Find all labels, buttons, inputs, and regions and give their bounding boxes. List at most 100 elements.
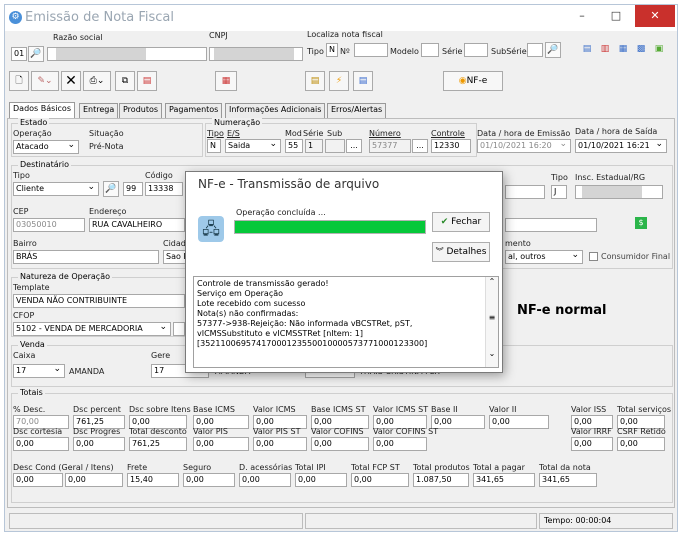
operacao-select[interactable]: Atacado xyxy=(13,140,79,154)
fechar-button[interactable]: ✔ Fechar xyxy=(432,212,490,232)
notes-icon[interactable]: ▤ xyxy=(579,42,595,58)
cep-field[interactable]: 03050010 xyxy=(13,218,85,232)
localiza-numero-field[interactable] xyxy=(354,43,388,57)
caixa-select[interactable]: 17 xyxy=(13,364,65,378)
totais-field[interactable]: 1.087,50 xyxy=(413,473,469,487)
totais-field[interactable]: 0,00 xyxy=(617,437,665,451)
numero-ellipsis-button[interactable]: ... xyxy=(412,139,428,153)
money-icon[interactable]: $ xyxy=(635,217,647,229)
controle-field[interactable]: 12330 xyxy=(431,139,471,153)
endereco-field[interactable]: RUA CAVALHEIRO xyxy=(89,218,185,232)
detalhes-button[interactable]: ︾ Detalhes xyxy=(432,242,490,262)
totais-field[interactable]: 0,00 xyxy=(13,473,63,487)
atendimento-select[interactable]: al, outros xyxy=(505,250,583,264)
dest-cod-num-field[interactable]: 99 xyxy=(123,182,143,196)
totais-field[interactable]: 0,00 xyxy=(73,437,125,451)
totais-field[interactable]: 0,00 xyxy=(311,437,369,451)
num-sub-field[interactable] xyxy=(325,139,345,153)
books-icon[interactable]: ▥ xyxy=(597,42,613,58)
notepad-icon[interactable]: ▤ xyxy=(353,71,373,91)
sub-ellipsis-button[interactable]: ... xyxy=(346,139,362,153)
dest-search-icon[interactable]: 🔎 xyxy=(103,181,119,197)
tab-informacoes-adicionais[interactable]: Informações Adicionais xyxy=(225,103,326,118)
copy-button[interactable]: ⧉ xyxy=(115,71,135,91)
calculator-icon[interactable]: ▤ xyxy=(305,71,325,91)
complemento-field[interactable] xyxy=(505,218,597,232)
export-icon[interactable]: ▣ xyxy=(651,42,667,58)
log-line: Lote recebido com sucesso xyxy=(197,299,306,308)
totais-field[interactable]: 341,65 xyxy=(473,473,535,487)
totais-field[interactable]: 761,25 xyxy=(129,437,187,451)
maximize-button[interactable]: □ xyxy=(599,5,633,27)
delete-button[interactable]: ✕ xyxy=(61,71,81,91)
codigo-field[interactable]: 13338 xyxy=(145,182,183,196)
totais-field[interactable]: 0,00 xyxy=(183,473,235,487)
tab-entrega[interactable]: Entrega xyxy=(79,103,119,118)
bairro-field[interactable]: BRÁS xyxy=(13,250,159,264)
template-field[interactable]: VENDA NÃO CONTRIBUINTE xyxy=(13,294,185,308)
totais-field[interactable]: 0,00 xyxy=(13,437,69,451)
num-tipo-field[interactable]: N xyxy=(207,139,221,153)
localiza-subserie-field[interactable] xyxy=(527,43,543,57)
search-nota-icon[interactable]: 🔎 xyxy=(545,42,561,58)
emissao-field[interactable]: 01/10/2021 16:20 xyxy=(477,139,571,153)
totais-field[interactable]: 0,00 xyxy=(295,473,347,487)
info-icon[interactable]: ⚡ xyxy=(329,71,349,91)
cfop-lookup-button[interactable] xyxy=(173,322,185,336)
totais-field[interactable]: 15,40 xyxy=(127,473,179,487)
totais-field[interactable]: 0,00 xyxy=(239,473,291,487)
localiza-serie-field[interactable] xyxy=(464,43,488,57)
num-serie-field[interactable]: 1 xyxy=(305,139,323,153)
totais-field[interactable]: 0,00 xyxy=(65,473,123,487)
totais-field[interactable]: 0,00 xyxy=(373,437,427,451)
print-button[interactable]: ⎙⌄ xyxy=(83,71,111,91)
serie-label: Série xyxy=(442,47,463,56)
tab-pagamentos[interactable]: Pagamentos xyxy=(165,103,223,118)
cidade-field[interactable]: Sao P xyxy=(163,250,187,264)
totais-field[interactable]: 0,00 xyxy=(571,437,613,451)
minimize-button[interactable]: – xyxy=(565,5,599,27)
calendar-icon[interactable]: ▦ xyxy=(215,71,237,91)
totais-label: Total produtos xyxy=(413,463,470,472)
totais-field[interactable]: 0,00 xyxy=(253,437,307,451)
company-code-field[interactable]: 01 xyxy=(11,47,27,61)
cfop-select[interactable]: 5102 - VENDA DE MERCADORIA xyxy=(13,322,171,336)
search-icon[interactable]: 🔎 xyxy=(28,46,44,62)
edit-button[interactable]: ✎⌄ xyxy=(31,71,59,91)
cnpj-field[interactable] xyxy=(209,47,303,61)
tab-produtos[interactable]: Produtos xyxy=(119,103,163,118)
situacao-label: Situação xyxy=(89,129,124,138)
ie-field[interactable] xyxy=(575,185,663,199)
totais-field[interactable]: 0,00 xyxy=(193,437,249,451)
totais-field[interactable]: 0,00 xyxy=(431,415,485,429)
totais-field[interactable]: 0,00 xyxy=(351,473,409,487)
scroll-down-icon[interactable]: ⌄ xyxy=(486,349,498,359)
dest-tipo-select[interactable]: Cliente xyxy=(13,182,99,196)
consumidor-final-checkbox[interactable] xyxy=(589,252,598,261)
grid-icon[interactable]: ▩ xyxy=(633,42,649,58)
dest-tipo2-field[interactable]: J xyxy=(551,185,567,199)
log-scrollbar[interactable]: ⌃ ≡ ⌄ xyxy=(485,277,498,367)
totais-label: CSRF Retido xyxy=(617,427,666,436)
num-numero-field[interactable]: 57377 xyxy=(369,139,411,153)
document-icon[interactable]: ▦ xyxy=(615,42,631,58)
localiza-modelo-field[interactable] xyxy=(421,43,439,57)
tab-erros-alertas[interactable]: Erros/Alertas xyxy=(327,103,387,118)
log-line: [352110069574170001235500100005737710001… xyxy=(197,339,428,348)
tab-dados-basicos[interactable]: Dados Básicos xyxy=(9,102,75,118)
nfe-button[interactable]: ◉NF-e xyxy=(443,71,503,91)
close-button[interactable]: ✕ xyxy=(635,5,675,27)
log-textarea[interactable]: Controle de transmissão gerado! Serviço e… xyxy=(193,276,499,368)
totais-field[interactable]: 0,00 xyxy=(489,415,549,429)
new-button[interactable]: 🗋 xyxy=(9,71,29,91)
saida-field[interactable]: 01/10/2021 16:21 xyxy=(575,139,667,153)
scroll-up-icon[interactable]: ⌃ xyxy=(486,277,498,287)
totais-field[interactable]: 341,65 xyxy=(539,473,597,487)
report-button[interactable]: ▤ xyxy=(137,71,157,91)
localiza-tipo-field[interactable]: N xyxy=(326,43,338,57)
es-select[interactable]: Saida xyxy=(225,139,281,153)
dest-doc-field[interactable] xyxy=(505,185,545,199)
razao-social-field[interactable] xyxy=(47,47,207,61)
mod-field[interactable]: 55 xyxy=(285,139,303,153)
scroll-thumb-icon[interactable]: ≡ xyxy=(486,313,498,323)
